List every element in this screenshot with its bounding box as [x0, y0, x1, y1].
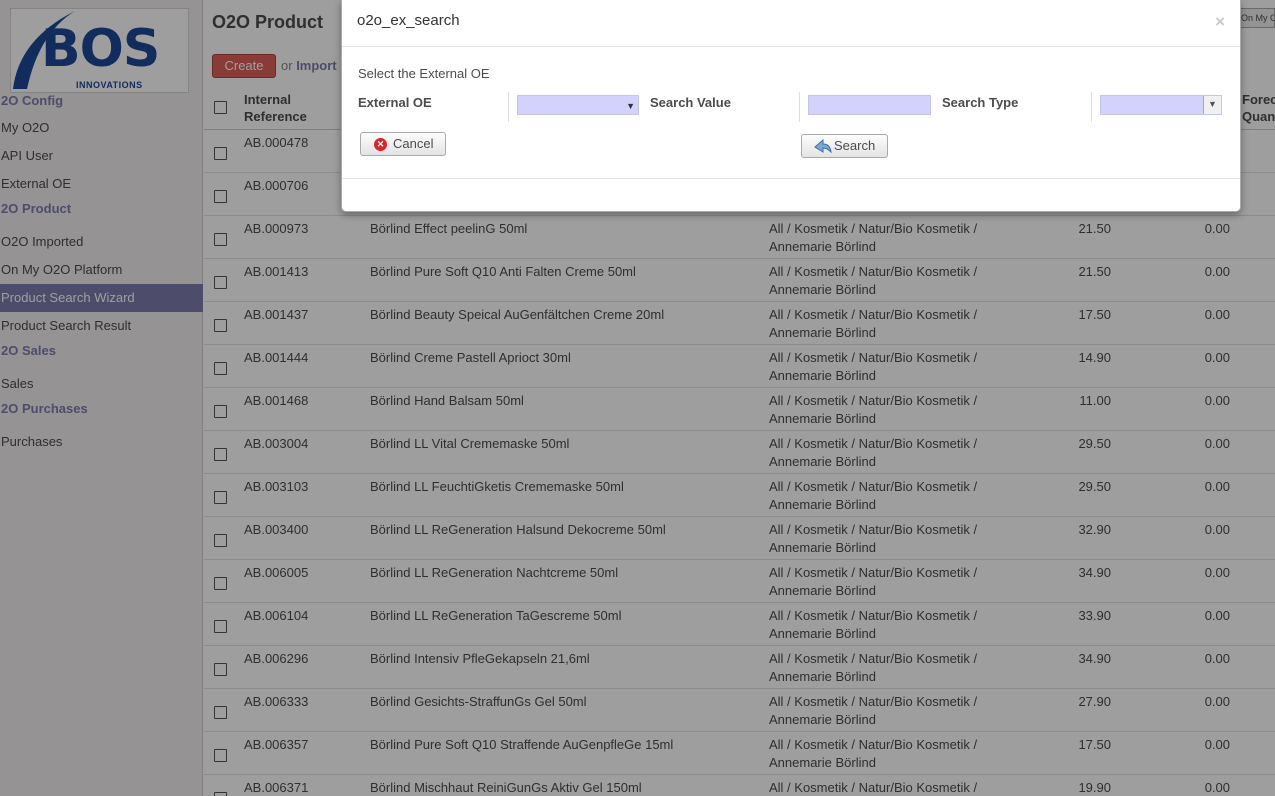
search-type-label: Search Type [942, 95, 1019, 110]
dialog-header: o2o_ex_search × [342, 0, 1240, 47]
field-divider [508, 92, 509, 122]
search-button[interactable]: Search [801, 134, 888, 158]
cancel-icon: ✕ [374, 138, 387, 151]
field-divider [799, 92, 800, 122]
search-arrow-icon [814, 138, 832, 154]
search-type-select[interactable]: ▼ [1100, 95, 1222, 115]
close-icon[interactable]: × [1215, 12, 1225, 32]
dialog-body: Select the External OE External OE ▼ Sea… [342, 47, 1240, 179]
cancel-button[interactable]: ✕ Cancel [360, 132, 446, 156]
external-oe-select[interactable]: ▼ [517, 95, 639, 115]
field-divider [1091, 92, 1092, 122]
search-value-label: Search Value [650, 95, 731, 110]
search-label: Search [834, 138, 876, 153]
external-search-dialog: o2o_ex_search × Select the External OE E… [341, 0, 1241, 212]
search-value-input[interactable] [808, 95, 931, 115]
dialog-intro: Select the External OE [358, 66, 490, 81]
dialog-title: o2o_ex_search [357, 12, 460, 29]
dropdown-arrow-icon: ▼ [626, 101, 635, 111]
cancel-label: Cancel [393, 136, 434, 151]
chevron-down-icon: ▼ [1203, 96, 1221, 114]
external-oe-label: External OE [358, 95, 432, 110]
